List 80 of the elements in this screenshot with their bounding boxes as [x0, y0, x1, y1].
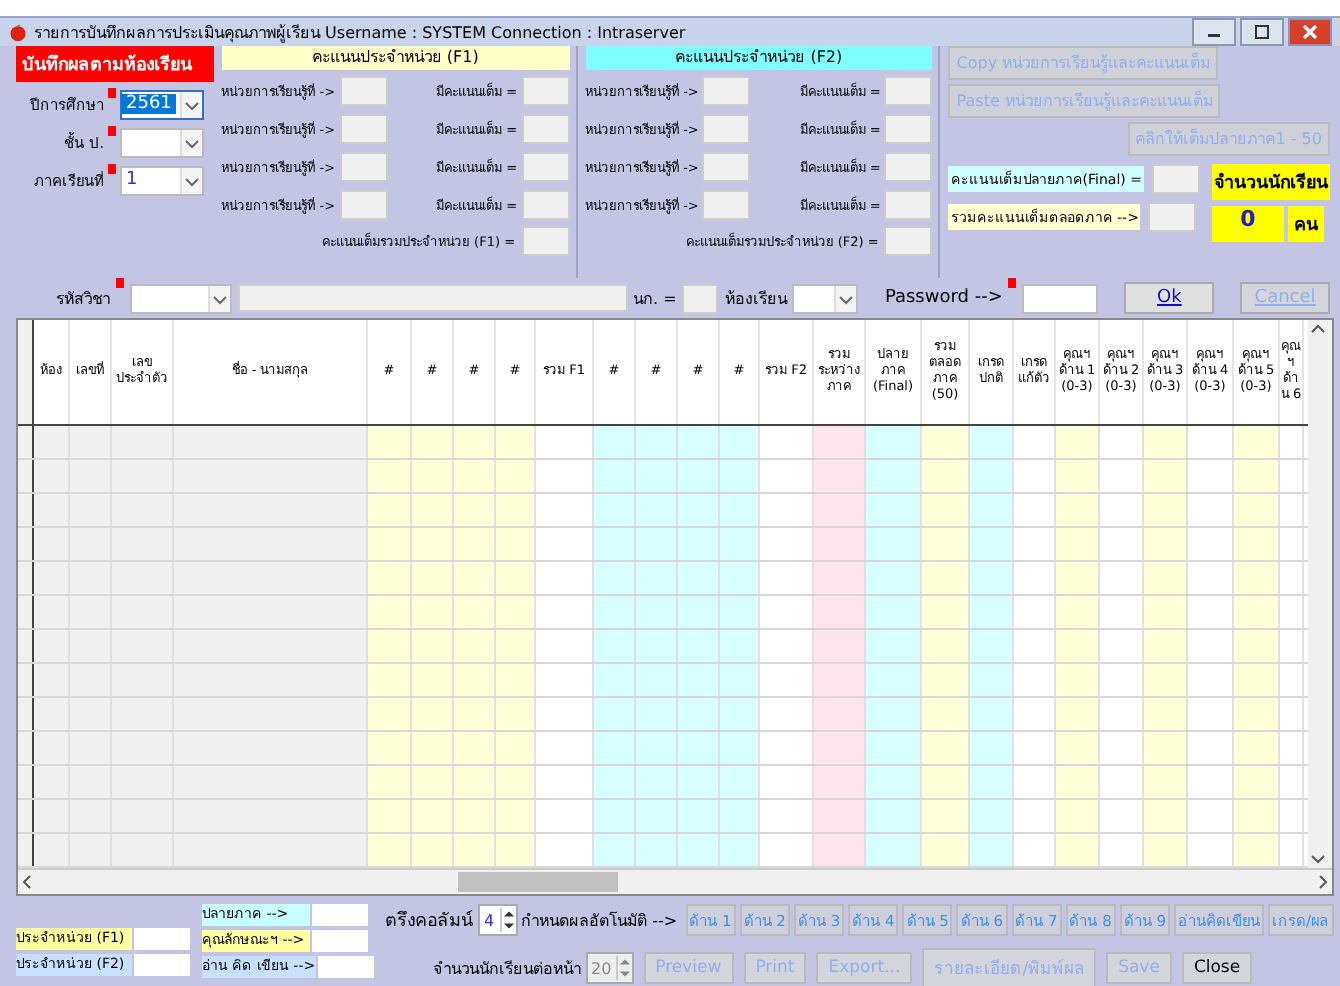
- row-header[interactable]: [18, 766, 34, 798]
- input-field[interactable]: [1151, 164, 1200, 194]
- spin-arrows-icon[interactable]: [499, 908, 516, 932]
- field-label: รหัสวิชา: [56, 287, 110, 311]
- chevron-down-icon: [180, 91, 202, 117]
- dropdown[interactable]: [792, 283, 859, 313]
- input-field[interactable]: [237, 284, 627, 312]
- field-label: จำนวนนักเรียนต่อหน้า: [433, 957, 582, 981]
- row-header[interactable]: [18, 562, 34, 594]
- field-label: ตรึงคอลัมน์: [385, 908, 474, 934]
- panel-header: คะแนนประจำหน่วย (F1): [221, 46, 570, 70]
- row-header[interactable]: [18, 664, 34, 696]
- section-heading: บันทึกผลตามห้องเรียน: [16, 46, 214, 82]
- dropdown[interactable]: [129, 283, 232, 313]
- input-field[interactable]: [884, 226, 933, 256]
- dropdown[interactable]: 2561: [120, 89, 204, 119]
- row-header[interactable]: [18, 426, 34, 458]
- field-label: นก. =: [633, 287, 677, 311]
- panel-header: คะแนนประจำหน่วย (F2): [585, 46, 933, 70]
- chevron-down-icon: [180, 167, 202, 193]
- input-field[interactable]: [521, 114, 570, 144]
- input-field[interactable]: [339, 114, 388, 144]
- minimize-button[interactable]: [1192, 18, 1236, 46]
- input-field[interactable]: [702, 152, 751, 182]
- vertical-scrollbar[interactable]: [1308, 320, 1332, 868]
- apple-icon: [8, 22, 28, 42]
- input-field[interactable]: [702, 114, 751, 144]
- input-field[interactable]: [884, 152, 933, 182]
- maximize-icon: [1252, 22, 1272, 42]
- close-button[interactable]: [1288, 18, 1332, 46]
- chevron-down-icon: [207, 285, 230, 311]
- row-header[interactable]: [18, 630, 34, 662]
- action-button[interactable]: Close: [1181, 952, 1253, 984]
- color-swatch: [317, 956, 374, 978]
- chevron-down-icon: [180, 129, 202, 155]
- input-field[interactable]: [339, 76, 388, 106]
- row-header[interactable]: [18, 698, 34, 730]
- password-field[interactable]: [1022, 283, 1099, 313]
- input-field[interactable]: [521, 152, 570, 182]
- chevron-down-icon: [834, 285, 857, 311]
- field-label: กำหนดผลอัตโนมัติ -->: [521, 909, 678, 933]
- scroll-thumb[interactable]: [458, 872, 618, 892]
- color-swatch: [134, 954, 190, 976]
- row-header[interactable]: [18, 494, 34, 526]
- row-header[interactable]: [18, 732, 34, 764]
- input-field[interactable]: [521, 76, 570, 106]
- maximize-button[interactable]: [1240, 18, 1284, 46]
- input-field[interactable]: [702, 190, 751, 220]
- input-field[interactable]: [884, 190, 933, 220]
- dialog-button[interactable]: Ok: [1124, 282, 1215, 314]
- input-field[interactable]: [521, 226, 570, 256]
- student-count-label: จำนวนนักเรียน: [1211, 164, 1330, 200]
- row-header[interactable]: [18, 528, 34, 560]
- dropdown[interactable]: 1: [120, 165, 204, 195]
- field-label: Password -->: [884, 288, 1003, 308]
- unit-label: คน: [1287, 206, 1324, 242]
- dropdown[interactable]: [120, 127, 204, 157]
- student-count: 0: [1211, 206, 1284, 242]
- color-swatch: [312, 930, 368, 952]
- input-field[interactable]: [702, 76, 751, 106]
- input-field[interactable]: [682, 283, 719, 313]
- color-swatch: [134, 928, 190, 950]
- required-marker: [116, 278, 124, 288]
- color-swatch: [312, 904, 368, 926]
- input-field[interactable]: [521, 190, 570, 220]
- field-label: ห้องเรียน: [724, 287, 787, 311]
- horizontal-scrollbar[interactable]: [18, 868, 1332, 894]
- input-field[interactable]: [884, 76, 933, 106]
- row-header[interactable]: [18, 834, 34, 866]
- row-header[interactable]: [18, 800, 34, 832]
- window-title: รายการบันทึกผลการประเมินคุณภาพผู้เรียน Username : SYSTEM Connection : Intraserver: [34, 21, 686, 45]
- required-marker: [1008, 278, 1017, 288]
- input-field[interactable]: [884, 114, 933, 144]
- input-field[interactable]: [1148, 202, 1197, 232]
- input-field[interactable]: [339, 152, 388, 182]
- spin-box[interactable]: 4: [477, 904, 518, 936]
- input-field[interactable]: [339, 190, 388, 220]
- row-header[interactable]: [18, 460, 34, 492]
- row-header[interactable]: [18, 596, 34, 628]
- close-icon: [1300, 22, 1320, 42]
